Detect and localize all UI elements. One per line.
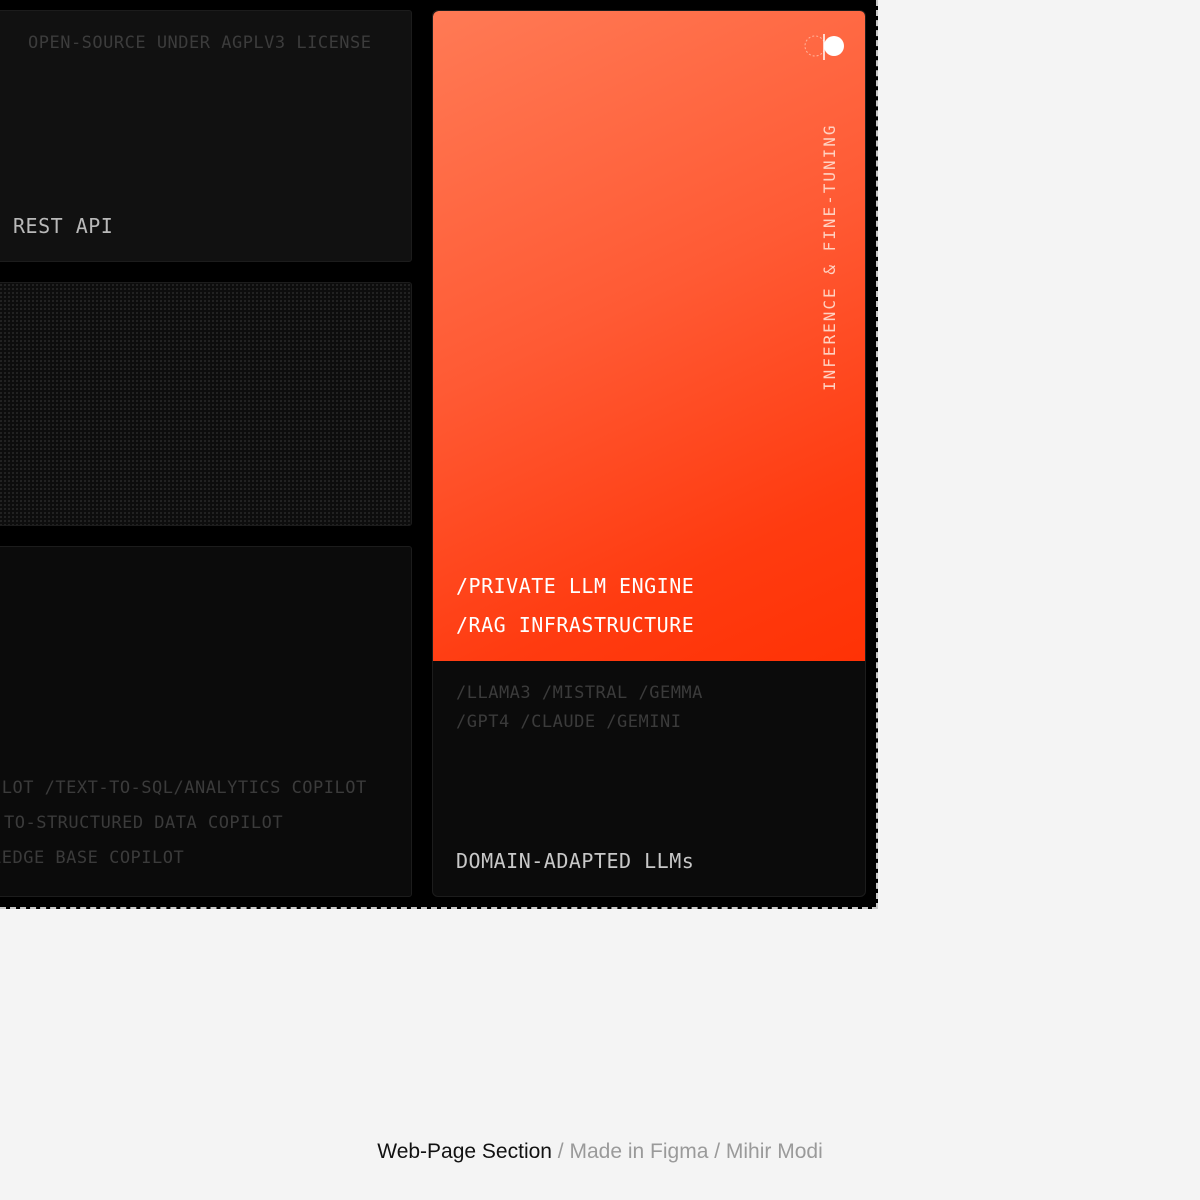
copilot-item: ILOT /TEXT-TO-SQL/ANALYTICS COPILOT	[0, 778, 367, 798]
dot-pattern-card	[0, 282, 412, 526]
credit-separator: /	[551, 1140, 570, 1163]
credit-author: Mihir Modi	[725, 1140, 823, 1163]
engine-item: /RAG INFRASTRUCTURE	[456, 613, 695, 637]
feature-grid-frame: OPEN-SOURCE UNDER AGPLV3 LICENSE REST AP…	[0, 0, 878, 909]
rest-api-card: OPEN-SOURCE UNDER AGPLV3 LICENSE REST AP…	[0, 10, 412, 262]
copilot-card: ILOT /TEXT-TO-SQL/ANALYTICS COPILOT TO-S…	[0, 546, 412, 897]
license-text: OPEN-SOURCE UNDER AGPLV3 LICENSE	[28, 33, 372, 53]
model-list-row: /LLAMA3 /MISTRAL /GEMMA	[456, 683, 703, 703]
domain-llm-label: DOMAIN-ADAPTED LLMs	[456, 849, 695, 873]
inference-vertical-label: INFERENCE & FINE-TUNING	[820, 123, 839, 391]
copilot-item: LEDGE BASE COPILOT	[0, 848, 185, 868]
credit-separator: /	[708, 1140, 726, 1163]
credit-title: Web-Page Section	[377, 1140, 552, 1163]
credit-tool: Made in Figma	[569, 1140, 709, 1163]
logo-icon	[804, 34, 844, 60]
llm-card: INFERENCE & FINE-TUNING /PRIVATE LLM ENG…	[432, 10, 866, 897]
credit-line: Web-Page Section / Made in Figma / Mihir…	[0, 1140, 1200, 1164]
model-list-row: /GPT4 /CLAUDE /GEMINI	[456, 712, 682, 732]
llm-engine-panel: INFERENCE & FINE-TUNING /PRIVATE LLM ENG…	[433, 11, 865, 661]
rest-api-label: REST API	[13, 214, 114, 238]
engine-item: /PRIVATE LLM ENGINE	[456, 574, 695, 598]
copilot-item: TO-STRUCTURED DATA COPILOT	[4, 813, 284, 833]
